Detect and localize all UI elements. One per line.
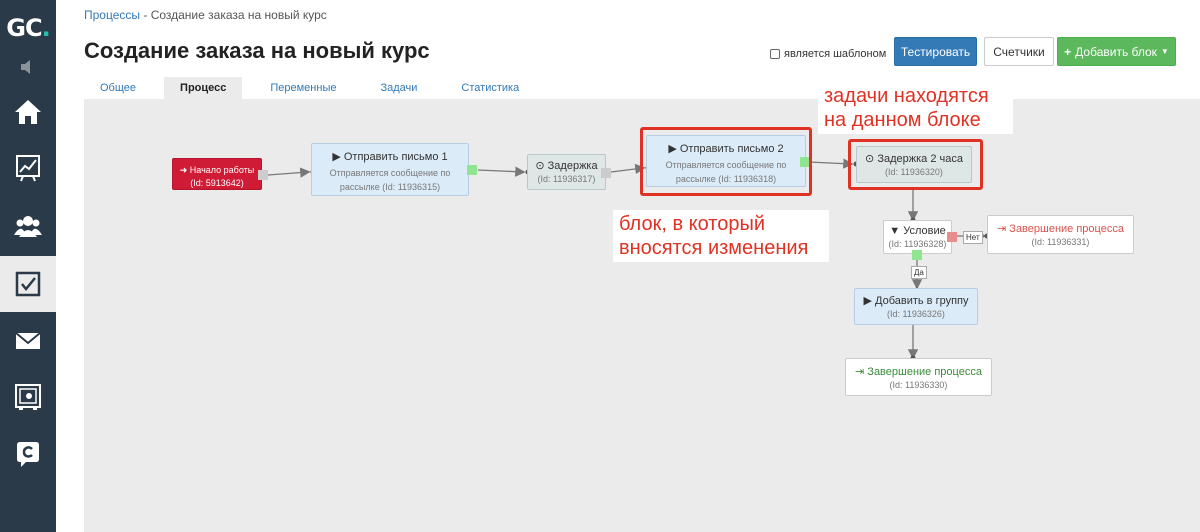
users-icon bbox=[14, 216, 42, 237]
node-condition-title: ▼ Условие bbox=[884, 225, 951, 237]
breadcrumb-link-processes[interactable]: Процессы bbox=[84, 8, 140, 22]
node-delay-1-title-text: Задержка bbox=[547, 160, 598, 172]
chart-icon bbox=[16, 155, 40, 182]
annotation-tasks-here: задачи находятся на данном блоке bbox=[818, 82, 1013, 134]
chat-icon bbox=[17, 442, 39, 467]
nav-safe[interactable] bbox=[0, 369, 56, 425]
node-delay-1-id: (Id: 11936317) bbox=[537, 174, 596, 184]
node-delay-1-title: ⊙ Задержка bbox=[528, 159, 605, 172]
tab-tasks[interactable]: Задачи bbox=[364, 77, 433, 99]
node-add-group-title-text: Добавить в группу bbox=[875, 295, 969, 307]
node-add-group-title: ▶ Добавить в группу bbox=[855, 294, 977, 307]
nav-mail[interactable] bbox=[0, 313, 56, 369]
sign-in-icon: ➜ bbox=[179, 165, 190, 175]
tabs: Общее Процесс Переменные Задачи Статисти… bbox=[84, 77, 547, 99]
logo-dot: . bbox=[41, 14, 51, 42]
port-condition-no[interactable] bbox=[947, 232, 957, 242]
clock-icon: ⊙ bbox=[535, 160, 548, 172]
node-end-yes-title: ⇥ Завершение процесса bbox=[846, 365, 991, 378]
node-end-no[interactable]: ⇥ Завершение процесса (Id: 11936331) bbox=[987, 215, 1134, 254]
node-start[interactable]: ➜ Начало работы (Id: 5913642) bbox=[172, 158, 262, 190]
sidebar: GC. bbox=[0, 0, 56, 532]
node-condition-title-text: Условие bbox=[903, 225, 946, 237]
node-email-1-subtitle: Отправляется сообщение по рассылке (Id: … bbox=[329, 168, 451, 192]
home-icon bbox=[15, 100, 41, 124]
nav-home[interactable] bbox=[0, 84, 56, 140]
port-delay-1-out[interactable] bbox=[601, 168, 611, 178]
port-email-1-out[interactable] bbox=[467, 165, 477, 175]
nav-tasks[interactable] bbox=[0, 256, 56, 312]
node-condition-id: (Id: 11936328) bbox=[888, 239, 947, 249]
node-start-id: (Id: 5913642) bbox=[190, 178, 244, 188]
nav-chat[interactable] bbox=[0, 426, 56, 482]
test-button[interactable]: Тестировать bbox=[894, 37, 977, 66]
node-email-1-title-text: Отправить письмо 1 bbox=[343, 151, 448, 163]
node-start-title-text: Начало работы bbox=[189, 165, 255, 175]
plus-icon: + bbox=[1064, 44, 1072, 59]
port-start-out[interactable] bbox=[258, 170, 268, 180]
filter-icon: ▼ bbox=[889, 225, 904, 237]
page-title: Создание заказа на новый курс bbox=[84, 38, 430, 63]
annotation-box-delay-2 bbox=[848, 139, 983, 190]
sign-out-icon: ⇥ bbox=[855, 366, 868, 378]
node-end-no-id: (Id: 11936331) bbox=[1031, 237, 1090, 247]
tasks-icon bbox=[15, 271, 41, 297]
nav-reports[interactable] bbox=[0, 140, 56, 196]
sign-out-icon: ⇥ bbox=[997, 223, 1010, 235]
breadcrumb: Процессы - Создание заказа на новый курс bbox=[84, 8, 327, 22]
branch-label-no: Нет bbox=[963, 231, 983, 244]
template-checkbox[interactable]: является шаблоном bbox=[770, 48, 886, 60]
node-email-1[interactable]: ▶ Отправить письмо 1 Отправляется сообще… bbox=[311, 143, 469, 196]
logo-text: GC bbox=[6, 14, 42, 42]
play-icon: ▶ bbox=[863, 295, 875, 307]
node-end-yes-id: (Id: 11936330) bbox=[889, 380, 948, 390]
counters-button[interactable]: Счетчики bbox=[984, 37, 1054, 66]
template-checkbox-label: является шаблоном bbox=[784, 48, 887, 60]
checkbox-box[interactable] bbox=[770, 49, 780, 59]
tab-general[interactable]: Общее bbox=[84, 77, 152, 99]
branch-label-yes: Да bbox=[911, 266, 927, 279]
node-end-no-title: ⇥ Завершение процесса bbox=[988, 222, 1133, 235]
breadcrumb-current: Создание заказа на новый курс bbox=[150, 8, 327, 22]
node-condition[interactable]: ▼ Условие (Id: 11936328) bbox=[883, 220, 952, 254]
node-add-group-id: (Id: 11936326) bbox=[887, 309, 945, 319]
annotation-block-changed: блок, в который вносятся изменения bbox=[613, 210, 829, 262]
speaker-icon[interactable] bbox=[19, 60, 37, 74]
breadcrumb-separator: - bbox=[140, 8, 151, 22]
node-end-yes[interactable]: ⇥ Завершение процесса (Id: 11936330) bbox=[845, 358, 992, 396]
mail-icon bbox=[15, 332, 41, 349]
add-block-button[interactable]: + Добавить блок ▼ bbox=[1057, 37, 1176, 66]
node-email-1-title: ▶ Отправить письмо 1 bbox=[312, 150, 468, 163]
nav-users[interactable] bbox=[0, 198, 56, 254]
add-block-label: Добавить блок bbox=[1075, 44, 1157, 59]
caret-down-icon: ▼ bbox=[1160, 47, 1169, 56]
node-end-yes-title-text: Завершение процесса bbox=[867, 366, 982, 378]
tab-process[interactable]: Процесс bbox=[164, 77, 243, 99]
logo[interactable]: GC. bbox=[0, 0, 56, 56]
tab-variables[interactable]: Переменные bbox=[254, 77, 352, 99]
node-end-no-title-text: Завершение процесса bbox=[1009, 223, 1124, 235]
node-start-title: ➜ Начало работы bbox=[173, 165, 261, 176]
play-icon: ▶ bbox=[332, 151, 344, 163]
port-condition-yes[interactable] bbox=[912, 250, 922, 260]
annotation-box-email-2 bbox=[640, 127, 812, 196]
tab-statistics[interactable]: Статистика bbox=[445, 77, 535, 99]
node-add-group[interactable]: ▶ Добавить в группу (Id: 11936326) bbox=[854, 288, 978, 325]
node-delay-1[interactable]: ⊙ Задержка (Id: 11936317) bbox=[527, 154, 606, 190]
safe-icon bbox=[15, 384, 41, 410]
